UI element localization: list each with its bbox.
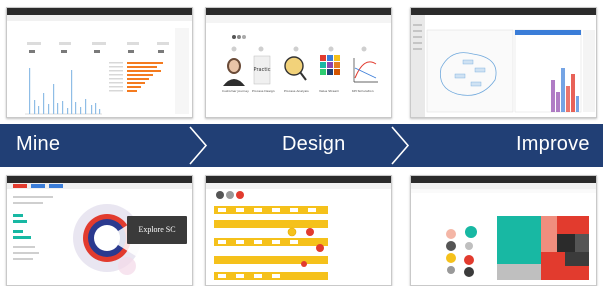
svg-text:Practic: Practic xyxy=(254,67,271,73)
stage-label-design: Design xyxy=(282,133,346,155)
card-caption: KPI Simulation xyxy=(352,89,374,93)
tooltip-explore: Explore SC System xyxy=(127,216,187,262)
improve-analysis-screenshot[interactable] xyxy=(410,7,597,118)
improve-dashboard-screenshot[interactable] xyxy=(410,175,597,286)
stage-label-improve: Improve xyxy=(516,133,590,155)
improve-analysis-graphic xyxy=(411,15,595,117)
card-caption: Process Design xyxy=(252,89,275,93)
design-cards-screenshot[interactable]: Practic Customer Journey Process Design … xyxy=(205,7,392,118)
card-caption: Customer Journey xyxy=(222,89,249,93)
card-caption: Value Stream xyxy=(319,89,340,93)
improve-dashboard-graphic xyxy=(411,183,596,280)
design-flow-screenshot[interactable] xyxy=(205,175,392,286)
design-flow-graphic xyxy=(206,183,391,280)
stage-label-mine: Mine xyxy=(16,133,61,155)
mine-dashboard-screenshot[interactable] xyxy=(6,7,193,118)
mine-explore-screenshot[interactable]: Explore SC System xyxy=(6,175,193,286)
design-cards-graphic: Practic xyxy=(206,15,391,86)
mine-dashboard-graphic xyxy=(7,15,192,115)
card-caption: Process Analysis xyxy=(284,89,309,93)
